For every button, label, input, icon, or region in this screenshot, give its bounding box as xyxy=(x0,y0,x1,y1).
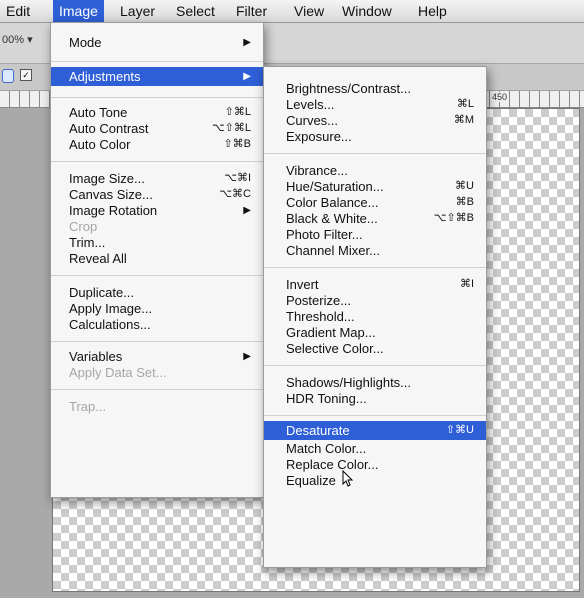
adjustments-submenu: Brightness/Contrast... Levels... ⌘L Curve… xyxy=(263,66,487,568)
menu-image[interactable]: Image xyxy=(53,0,104,22)
menu-separator xyxy=(51,61,263,62)
menu-bar: Edit Image Layer Select Filter View Wind… xyxy=(0,0,584,23)
menu-item-trap: Trap... xyxy=(69,399,107,414)
menu-help[interactable]: Help xyxy=(412,0,453,22)
submenu-arrow-icon: ▶ xyxy=(243,37,251,48)
menu-item-selective-color[interactable]: Selective Color... xyxy=(264,339,486,358)
menu-separator xyxy=(264,365,486,366)
menu-separator xyxy=(51,275,263,276)
menu-separator xyxy=(51,389,263,390)
menu-item-adjustments[interactable]: Adjustments ▶ xyxy=(51,67,263,86)
menu-item-exposure[interactable]: Exposure... xyxy=(264,127,486,146)
menu-item-equalize[interactable]: Equalize xyxy=(264,471,486,490)
menu-separator xyxy=(264,153,486,154)
menu-item-mode[interactable]: Mode ▶ xyxy=(51,33,263,52)
image-menu: Mode ▶ Adjustments ▶ Auto Tone ⇧⌘L Auto Con… xyxy=(50,22,264,498)
menu-separator xyxy=(264,267,486,268)
menu-separator xyxy=(264,415,486,416)
menu-item-calculations[interactable]: Calculations... xyxy=(51,315,263,334)
menu-view[interactable]: View xyxy=(288,0,330,22)
checkbox-icon[interactable]: ✓ xyxy=(20,69,32,81)
menu-filter[interactable]: Filter xyxy=(230,0,273,22)
menu-window[interactable]: Window xyxy=(336,0,398,22)
ruler-tick-label: 450 xyxy=(492,92,508,102)
zoom-dropdown[interactable]: 00% ▾ xyxy=(2,33,33,46)
menu-separator xyxy=(51,97,263,98)
menu-item-reveal-all[interactable]: Reveal All xyxy=(51,249,263,268)
menu-item-apply-data-set: Apply Data Set... xyxy=(69,365,167,380)
menu-edit[interactable]: Edit xyxy=(0,0,36,22)
menu-layer[interactable]: Layer xyxy=(114,0,161,22)
menu-item-auto-color[interactable]: Auto Color ⇧⌘B xyxy=(51,135,263,154)
menu-item-channel-mixer[interactable]: Channel Mixer... xyxy=(264,241,486,260)
arrow-cursor-icon xyxy=(342,469,354,491)
submenu-arrow-icon: ▶ xyxy=(243,71,251,82)
tool-icon[interactable] xyxy=(2,69,14,83)
menu-separator xyxy=(51,341,263,342)
menu-separator xyxy=(51,161,263,162)
menu-item-desaturate[interactable]: Desaturate ⇧⌘U xyxy=(264,421,486,440)
menu-select[interactable]: Select xyxy=(170,0,221,22)
menu-item-hdr-toning[interactable]: HDR Toning... xyxy=(264,389,486,408)
